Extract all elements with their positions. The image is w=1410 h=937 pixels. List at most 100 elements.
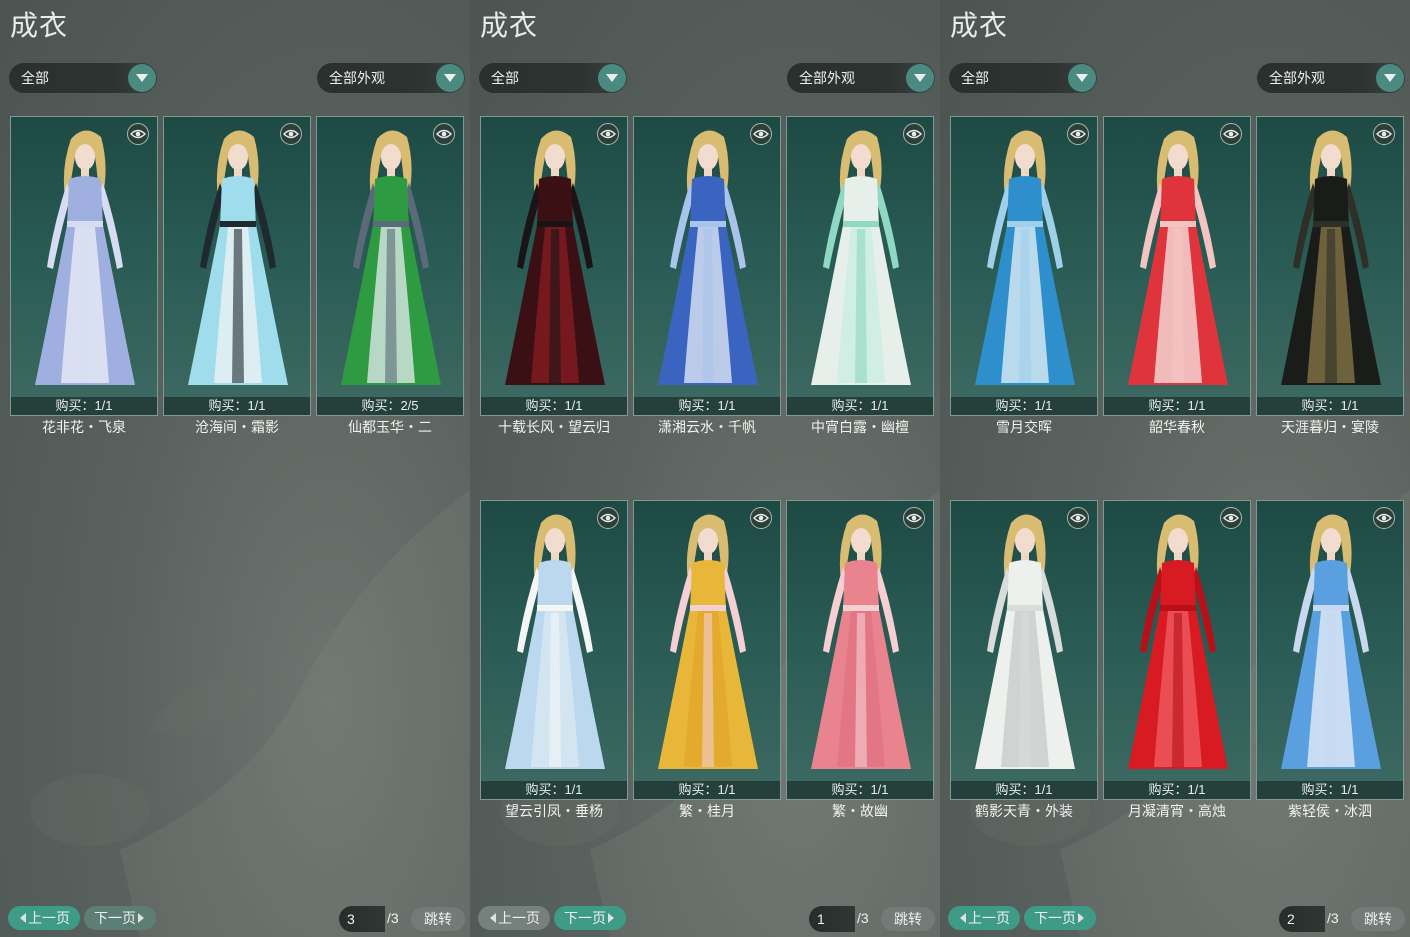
purchase-count: 购买：1/1 xyxy=(1104,397,1250,415)
eye-icon[interactable] xyxy=(127,123,149,145)
costume-name: 繁・桂月 xyxy=(679,803,735,819)
costume-name: 鹤影天青・外装 xyxy=(975,803,1073,819)
eye-icon[interactable] xyxy=(1373,507,1395,529)
costume-name: 十载长风・望云归 xyxy=(498,419,610,435)
chevron-down-icon[interactable] xyxy=(1068,64,1096,92)
page-number-input[interactable]: 2 xyxy=(1279,906,1325,932)
costume-name: 望云引凤・垂杨 xyxy=(505,803,603,819)
costume-card[interactable]: 购买：1/1 xyxy=(786,500,934,800)
costume-card[interactable]: 购买：1/1 xyxy=(163,116,311,416)
costume-card[interactable]: 购买：1/1 xyxy=(480,500,628,800)
jump-button[interactable]: 跳转 xyxy=(881,907,935,931)
category-filter-value: 全部 xyxy=(21,70,49,86)
appearance-filter-dropdown[interactable]: 全部外观 xyxy=(787,63,935,93)
next-page-label: 下一页 xyxy=(94,910,136,926)
chevron-down-icon[interactable] xyxy=(598,64,626,92)
costume-card[interactable]: 购买：1/1 xyxy=(1256,116,1404,416)
costume-card[interactable]: 购买：1/1 xyxy=(480,116,628,416)
purchase-count: 购买：1/1 xyxy=(787,397,933,415)
purchase-count: 购买：1/1 xyxy=(481,781,627,799)
page-total: /3 xyxy=(1327,910,1339,926)
category-filter-dropdown[interactable]: 全部 xyxy=(479,63,627,93)
costume-card[interactable]: 购买：2/5 xyxy=(316,116,464,416)
costume-card[interactable]: 购买：1/1 xyxy=(1103,116,1251,416)
purchase-count: 购买：1/1 xyxy=(481,397,627,415)
costume-name: 雪月交晖 xyxy=(996,419,1052,435)
prev-page-label: 上一页 xyxy=(968,910,1010,926)
costume-name: 天涯暮归・宴陵 xyxy=(1281,419,1379,435)
chevron-down-icon[interactable] xyxy=(436,64,464,92)
costume-card[interactable]: 购买：1/1 xyxy=(633,116,781,416)
page-number-input[interactable]: 3 xyxy=(339,906,385,932)
costume-card[interactable]: 购买：1/1 xyxy=(950,500,1098,800)
eye-icon[interactable] xyxy=(750,123,772,145)
costume-card[interactable]: 购买：1/1 xyxy=(1103,500,1251,800)
costume-card[interactable]: 购买：1/1 xyxy=(633,500,781,800)
eye-icon[interactable] xyxy=(597,123,619,145)
costume-card[interactable]: 购买：1/1 xyxy=(10,116,158,416)
eye-icon[interactable] xyxy=(1067,507,1089,529)
costume-card[interactable]: 购买：1/1 xyxy=(1256,500,1404,800)
costume-card[interactable]: 购买：1/1 xyxy=(786,116,934,416)
prev-page-button[interactable]: 上一页 xyxy=(478,906,550,930)
chevron-down-icon[interactable] xyxy=(1376,64,1404,92)
purchase-count: 购买：1/1 xyxy=(1257,397,1403,415)
arrow-right-icon xyxy=(608,913,614,924)
category-filter-dropdown[interactable]: 全部 xyxy=(949,63,1097,93)
jump-button[interactable]: 跳转 xyxy=(1351,907,1405,931)
purchase-count: 购买：1/1 xyxy=(951,397,1097,415)
eye-icon[interactable] xyxy=(1373,123,1395,145)
jump-button[interactable]: 跳转 xyxy=(411,907,465,931)
prev-page-button[interactable]: 上一页 xyxy=(8,906,80,930)
eye-icon[interactable] xyxy=(280,123,302,145)
panel-title: 成衣 xyxy=(950,10,1009,41)
appearance-filter-dropdown[interactable]: 全部外观 xyxy=(1257,63,1405,93)
costume-name: 月凝清宵・高烛 xyxy=(1128,803,1226,819)
appearance-filter-dropdown[interactable]: 全部外观 xyxy=(317,63,465,93)
costume-name: 中宵白露・幽檀 xyxy=(811,419,909,435)
purchase-count: 购买：1/1 xyxy=(11,397,157,415)
panel-title: 成衣 xyxy=(10,10,69,41)
next-page-button[interactable]: 下一页 xyxy=(554,906,626,930)
costume-panel-page-1: 成衣 全部 全部外观 购买：1/1 十载长风・望云归 购买：1/1 潇湘云水・千帆 购买：1/… xyxy=(470,0,940,937)
eye-icon[interactable] xyxy=(1220,123,1242,145)
next-page-label: 下一页 xyxy=(564,910,606,926)
costume-name: 繁・故幽 xyxy=(832,803,888,819)
eye-icon[interactable] xyxy=(903,507,925,529)
eye-icon[interactable] xyxy=(903,123,925,145)
category-filter-dropdown[interactable]: 全部 xyxy=(9,63,157,93)
purchase-count: 购买：1/1 xyxy=(1104,781,1250,799)
next-page-button[interactable]: 下一页 xyxy=(84,906,156,930)
arrow-left-icon xyxy=(20,913,26,924)
appearance-filter-value: 全部外观 xyxy=(329,70,385,86)
page-jumper: 1/3 跳转 xyxy=(809,906,935,932)
category-filter-value: 全部 xyxy=(491,70,519,86)
purchase-count: 购买：1/1 xyxy=(634,781,780,799)
arrow-left-icon xyxy=(490,913,496,924)
costume-name: 潇湘云水・千帆 xyxy=(658,419,756,435)
costume-name: 紫轻侯・冰泗 xyxy=(1288,803,1372,819)
costume-name: 韶华春秋 xyxy=(1149,419,1205,435)
page-jumper: 3/3 跳转 xyxy=(339,906,465,932)
eye-icon[interactable] xyxy=(433,123,455,145)
eye-icon[interactable] xyxy=(597,507,619,529)
prev-page-label: 上一页 xyxy=(28,910,70,926)
prev-page-button[interactable]: 上一页 xyxy=(948,906,1020,930)
purchase-count: 购买：1/1 xyxy=(1257,781,1403,799)
prev-page-label: 上一页 xyxy=(498,910,540,926)
page-jumper: 2/3 跳转 xyxy=(1279,906,1405,932)
costume-card[interactable]: 购买：1/1 xyxy=(950,116,1098,416)
panel-title: 成衣 xyxy=(480,10,539,41)
eye-icon[interactable] xyxy=(750,507,772,529)
eye-icon[interactable] xyxy=(1067,123,1089,145)
chevron-down-icon[interactable] xyxy=(906,64,934,92)
chevron-down-icon[interactable] xyxy=(128,64,156,92)
next-page-button[interactable]: 下一页 xyxy=(1024,906,1096,930)
page-number-input[interactable]: 1 xyxy=(809,906,855,932)
costume-name: 花非花・飞泉 xyxy=(42,419,126,435)
category-filter-value: 全部 xyxy=(961,70,989,86)
eye-icon[interactable] xyxy=(1220,507,1242,529)
next-page-label: 下一页 xyxy=(1034,910,1076,926)
costume-panel-page-2: 成衣 全部 全部外观 购买：1/1 雪月交晖 购买：1/1 韶华春秋 购买：1/1 天涯暮归・宴… xyxy=(940,0,1410,937)
purchase-count: 购买：1/1 xyxy=(164,397,310,415)
